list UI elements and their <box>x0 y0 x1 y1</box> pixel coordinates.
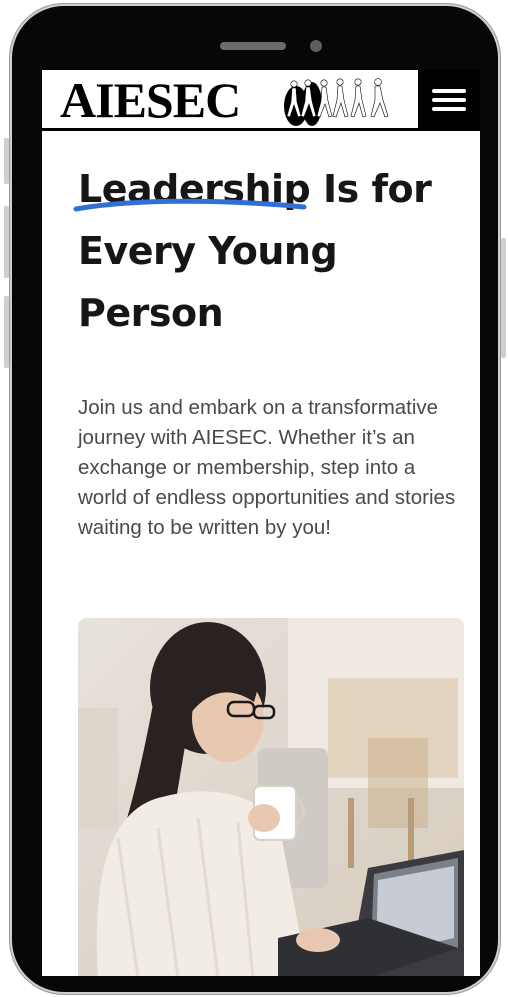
walking-figures-icon <box>284 78 389 126</box>
side-button-left-middle <box>4 206 9 278</box>
top-navigation-bar: AIESEC <box>42 70 480 131</box>
side-button-left-bottom <box>4 296 9 368</box>
headline-line-1-rest: Is for <box>310 167 432 211</box>
hamburger-menu-button[interactable] <box>418 70 480 128</box>
headline-underline-swoosh <box>73 198 307 212</box>
hamburger-menu-icon <box>432 89 466 93</box>
headline-line-3: Person <box>78 291 224 335</box>
phone-camera <box>310 40 322 52</box>
side-button-right <box>501 238 506 358</box>
phone-frame: AIESEC Leadership Is for Every Young Per… <box>4 6 506 992</box>
logo-text: AIESEC <box>60 72 241 128</box>
screen: AIESEC Leadership Is for Every Young Per… <box>42 70 480 976</box>
hamburger-menu-icon-bar-2 <box>432 98 466 102</box>
hero-description: Join us and embark on a transformative j… <box>78 395 456 539</box>
aiesec-logo[interactable]: AIESEC <box>60 72 390 128</box>
phone-speaker <box>220 42 286 50</box>
side-button-left-top <box>4 138 9 184</box>
hero-photo-woman-laptop <box>78 618 464 976</box>
hamburger-menu-icon-bar-3 <box>432 107 466 111</box>
hero-headline: Leadership Is for Every Young Person <box>78 158 458 344</box>
headline-line-2: Every Young <box>78 229 338 273</box>
